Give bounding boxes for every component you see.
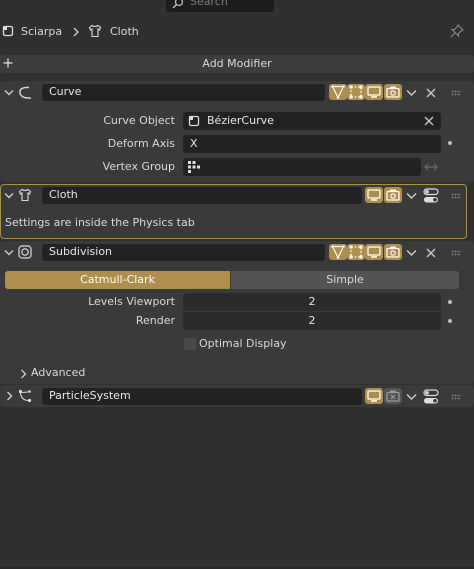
render-levels-label: Render (135, 314, 175, 327)
curve-modifier-icon (17, 86, 33, 100)
keyframe-dot-icon[interactable] (448, 319, 452, 323)
close-icon[interactable] (426, 248, 436, 258)
pin-icon[interactable] (450, 24, 464, 38)
render-toggle[interactable] (384, 187, 402, 203)
cloth-info-text: Settings are inside the Physics tab (5, 216, 195, 229)
breadcrumb-modifier[interactable]: Cloth (110, 25, 139, 39)
edit-mode-toggle[interactable] (347, 84, 365, 100)
curve-object-field[interactable]: BézierCurve (183, 112, 441, 130)
monitor-icon (367, 189, 381, 201)
collapse-chevron-icon[interactable] (4, 89, 14, 97)
edit-cage-toggle[interactable] (329, 84, 347, 100)
particle-name-field[interactable]: ParticleSystem (42, 388, 362, 405)
vertex-group-icon (188, 161, 200, 173)
toggle-switch-icon[interactable] (423, 389, 439, 405)
particle-modifier-header: ParticleSystem (0, 386, 474, 408)
breadcrumb-object[interactable]: Sciarpa (21, 25, 62, 39)
render-toggle[interactable] (384, 244, 402, 260)
monitor-icon (367, 86, 381, 98)
cloth-modifier-icon (88, 24, 102, 38)
curve-name-field[interactable]: Curve (42, 84, 325, 101)
camera-icon (386, 246, 400, 258)
dropdown-chevron-icon[interactable] (406, 249, 417, 257)
toggle-switch-icon[interactable] (423, 188, 439, 204)
edit-mode-icon (349, 245, 363, 259)
edit-cage-toggle[interactable] (329, 244, 347, 260)
viewport-toggle[interactable] (365, 187, 383, 203)
chevron-right-icon (72, 27, 80, 37)
search-icon (172, 0, 184, 9)
cloth-name-text: Cloth (49, 188, 78, 201)
levels-viewport-label: Levels Viewport (88, 295, 175, 308)
drag-handle-icon[interactable] (451, 394, 461, 400)
render-toggle[interactable] (384, 84, 402, 100)
vertex-triangle-icon (331, 85, 345, 99)
add-modifier-label: Add Modifier (202, 57, 272, 70)
tab-simple-label: Simple (326, 273, 364, 286)
clear-field-icon[interactable] (424, 116, 434, 126)
search-input[interactable]: Search (166, 0, 274, 12)
levels-viewport-field[interactable]: 2 (183, 293, 441, 311)
curve-object-label: Curve Object (103, 114, 175, 127)
keyframe-dot-icon[interactable] (448, 141, 452, 145)
edit-mode-icon (349, 85, 363, 99)
viewport-toggle[interactable] (365, 84, 383, 100)
close-icon[interactable] (426, 88, 436, 98)
collapse-chevron-icon[interactable] (4, 249, 14, 257)
breadcrumb: Sciarpa Cloth (0, 20, 474, 44)
expand-chevron-icon[interactable] (6, 391, 13, 401)
monitor-icon (367, 246, 381, 258)
deform-axis-select[interactable]: X (183, 135, 441, 153)
render-levels-field[interactable]: 2 (183, 312, 441, 330)
camera-icon (386, 86, 400, 98)
vertex-group-label: Vertex Group (102, 160, 175, 173)
camera-disabled-icon (386, 390, 400, 402)
camera-icon (386, 189, 400, 201)
viewport-toggle[interactable] (365, 244, 383, 260)
advanced-subpanel-label[interactable]: Advanced (31, 366, 85, 380)
add-modifier-button[interactable]: Add Modifier (0, 55, 474, 73)
subdivision-modifier-icon (18, 245, 32, 259)
particle-name-text: ParticleSystem (49, 389, 131, 402)
viewport-toggle[interactable] (365, 388, 383, 404)
monitor-icon (367, 390, 381, 402)
cloth-modifier-icon (18, 188, 32, 202)
tab-catmull-clark-label: Catmull-Clark (80, 273, 155, 286)
curve-data-icon (188, 115, 200, 127)
subdivision-name-text: Subdivision (49, 245, 113, 258)
dropdown-chevron-icon[interactable] (406, 393, 417, 401)
curve-object-value: BézierCurve (207, 114, 274, 127)
deform-axis-value: X (190, 137, 198, 150)
cloth-modifier-header: Cloth (0, 185, 474, 207)
drag-handle-icon[interactable] (451, 250, 461, 256)
levels-viewport-value: 2 (308, 295, 316, 308)
vertex-group-field[interactable] (183, 158, 421, 176)
deform-axis-label: Deform Axis (107, 137, 175, 150)
cloth-name-field[interactable]: Cloth (42, 187, 362, 204)
subdivision-name-field[interactable]: Subdivision (42, 244, 325, 261)
tab-catmull-clark[interactable]: Catmull-Clark (5, 271, 230, 289)
tab-simple[interactable]: Simple (231, 271, 459, 289)
optimal-display-checkbox[interactable] (184, 338, 196, 350)
dropdown-chevron-icon[interactable] (406, 89, 417, 97)
render-toggle[interactable] (384, 388, 402, 404)
curve-modifier-header: Curve (0, 82, 474, 104)
object-icon (2, 25, 14, 37)
search-placeholder: Search (190, 0, 228, 8)
dropdown-chevron-icon[interactable] (406, 192, 417, 200)
collapse-chevron-icon[interactable] (4, 192, 14, 200)
optimal-display-label[interactable]: Optimal Display (199, 337, 287, 351)
drag-handle-icon[interactable] (451, 193, 461, 199)
edit-mode-toggle[interactable] (347, 244, 365, 260)
subdivision-modifier-header: Subdivision (0, 242, 474, 264)
curve-name-text: Curve (49, 85, 82, 98)
drag-handle-icon[interactable] (451, 90, 461, 96)
keyframe-dot-icon[interactable] (448, 300, 452, 304)
render-levels-value: 2 (308, 314, 316, 327)
advanced-chevron-icon[interactable] (20, 369, 27, 379)
invert-arrows-icon[interactable] (423, 161, 439, 173)
particle-system-icon (18, 389, 32, 403)
vertex-triangle-icon (331, 245, 345, 259)
